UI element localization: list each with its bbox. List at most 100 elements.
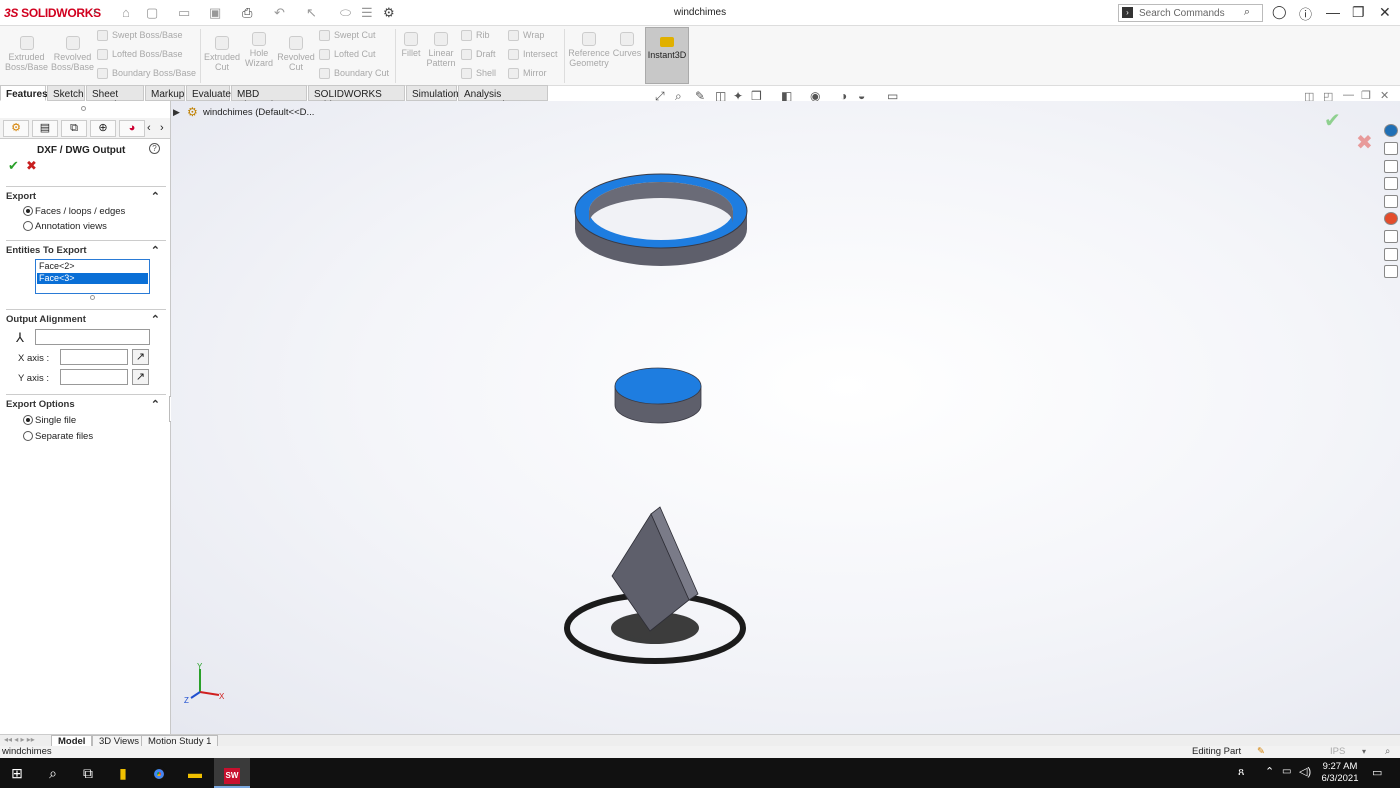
help-icon[interactable]: ⓘ: [1299, 4, 1312, 23]
export-section-header[interactable]: ⌃ Export: [6, 190, 166, 203]
annotation-views-radio[interactable]: [23, 221, 33, 231]
lofted-cut-button[interactable]: Lofted Cut: [319, 49, 376, 61]
collaboration-icon[interactable]: [1384, 265, 1398, 278]
tab-nav-arrows-icon[interactable]: ◂◂ ◂ ▸ ▸▸: [4, 735, 35, 744]
extruded-boss-button[interactable]: Extruded Boss/Base: [4, 36, 49, 72]
disc-body[interactable]: [614, 367, 702, 424]
ring-body[interactable]: [574, 173, 748, 266]
collapse-chevron-icon[interactable]: ⌃: [151, 244, 160, 257]
y-axis-field[interactable]: [60, 369, 128, 385]
tab-mbd-dimensions[interactable]: MBD Dimensions: [231, 85, 307, 111]
draft-button[interactable]: Draft: [461, 49, 496, 61]
property-manager-tab-icon[interactable]: ▤: [32, 120, 58, 137]
search-commands-input[interactable]: › Search Commands ⌕: [1118, 4, 1263, 22]
list-item[interactable]: Face<2>: [37, 261, 148, 272]
panel-splitter-handle[interactable]: [81, 106, 86, 111]
task-view-icon[interactable]: ⧉: [71, 758, 105, 788]
boundary-boss-button[interactable]: Boundary Boss/Base: [97, 68, 196, 80]
collapse-chevron-icon[interactable]: ⌃: [151, 398, 160, 411]
tab-features[interactable]: Features: [0, 85, 48, 101]
swept-cut-button[interactable]: Swept Cut: [319, 30, 376, 42]
dimxpert-tab-icon[interactable]: ⊕: [90, 120, 116, 137]
solidworks-resources-icon[interactable]: [1384, 124, 1398, 137]
model-geometry[interactable]: [171, 101, 1400, 734]
separate-files-radio[interactable]: [23, 431, 33, 441]
boundary-cut-button[interactable]: Boundary Cut: [319, 68, 389, 80]
hole-wizard-button[interactable]: Hole Wizard: [243, 32, 275, 68]
linear-pattern-button[interactable]: Linear Pattern: [426, 32, 456, 68]
curves-button[interactable]: Curves: [612, 32, 642, 58]
windows-start-icon[interactable]: ⊞: [0, 758, 34, 788]
help-question-icon[interactable]: ?: [149, 143, 160, 154]
taskbar-file-icon[interactable]: ▮: [106, 758, 140, 788]
reference-geometry-button[interactable]: Reference Geometry: [568, 32, 610, 68]
feature-manager-tab-icon[interactable]: ⚙: [3, 120, 29, 137]
unit-system[interactable]: IPS: [1330, 746, 1345, 758]
mirror-button[interactable]: Mirror: [508, 68, 547, 80]
origin-selection-field[interactable]: [35, 329, 150, 345]
notifications-icon[interactable]: ▭: [1372, 766, 1382, 779]
revolved-boss-button[interactable]: Revolved Boss/Base: [50, 36, 95, 72]
fillet-button[interactable]: Fillet: [398, 32, 424, 58]
rib-button[interactable]: Rib: [461, 30, 490, 42]
ok-check-icon[interactable]: ✔: [8, 158, 19, 174]
file-explorer-icon[interactable]: [1384, 177, 1398, 190]
reverse-x-direction-icon[interactable]: ↗: [132, 349, 149, 365]
tab-markup[interactable]: Markup: [145, 85, 185, 101]
collapse-chevron-icon[interactable]: ⌃: [151, 313, 160, 326]
wrap-button[interactable]: Wrap: [508, 30, 544, 42]
revolved-cut-button[interactable]: Revolved Cut: [277, 36, 315, 72]
x-axis-field[interactable]: [60, 349, 128, 365]
taskbar-clock[interactable]: 9:27 AM 6/3/2021: [1310, 761, 1370, 785]
display-manager-tab-icon[interactable]: ◕: [119, 120, 145, 137]
configuration-manager-tab-icon[interactable]: ⧉: [61, 120, 87, 137]
status-feedback-icon[interactable]: ⌕: [1385, 746, 1390, 758]
network-icon[interactable]: ▭: [1282, 766, 1291, 777]
minimize-window-icon[interactable]: —: [1326, 4, 1340, 20]
tab-scroll-left-icon[interactable]: ‹: [147, 122, 151, 134]
restore-window-icon[interactable]: ❐: [1352, 4, 1365, 21]
file-explorer-taskbar-icon[interactable]: ▬: [178, 758, 212, 788]
tab-sketch[interactable]: Sketch: [47, 85, 85, 101]
people-icon[interactable]: ጸ: [1238, 766, 1244, 779]
doc-minimize-icon[interactable]: —: [1343, 89, 1354, 101]
faces-loops-edges-radio[interactable]: [23, 206, 33, 216]
account-icon[interactable]: ◯: [1272, 4, 1287, 20]
export-options-header[interactable]: ⌃ Export Options: [6, 398, 166, 411]
tab-simulation[interactable]: Simulation: [406, 85, 459, 101]
search-icon[interactable]: ⌕: [1244, 6, 1250, 19]
confirm-check-icon[interactable]: ✔: [1324, 108, 1341, 133]
tab-analysis-preparation[interactable]: Analysis Preparation: [458, 85, 548, 111]
design-library-icon[interactable]: [1384, 160, 1398, 173]
diamond-plate-body[interactable]: [611, 506, 699, 632]
home-task-icon[interactable]: [1384, 142, 1398, 155]
lofted-boss-button[interactable]: Lofted Boss/Base: [97, 49, 183, 61]
intersect-button[interactable]: Intersect: [508, 49, 558, 61]
close-window-icon[interactable]: ✕: [1379, 4, 1391, 21]
cancel-x-icon[interactable]: ✖: [26, 158, 37, 174]
instant3d-button[interactable]: Instant3D: [645, 27, 689, 84]
listbox-resize-handle[interactable]: [90, 295, 95, 300]
tab-scroll-right-icon[interactable]: ›: [160, 122, 164, 134]
taskbar-search-icon[interactable]: ⌕: [36, 758, 70, 788]
solidworks-taskbar-icon[interactable]: SW: [214, 758, 250, 788]
reverse-y-direction-icon[interactable]: ↗: [132, 369, 149, 385]
solidworks-forum-icon[interactable]: [1384, 248, 1398, 261]
single-file-radio[interactable]: [23, 415, 33, 425]
units-dropdown-icon[interactable]: ▾: [1362, 746, 1366, 758]
tray-expand-icon[interactable]: ⌃: [1265, 765, 1274, 778]
tab-solidworks-addins[interactable]: SOLIDWORKS Add-Ins: [308, 85, 405, 111]
shell-button[interactable]: Shell: [461, 68, 496, 80]
tab-evaluate[interactable]: Evaluate: [186, 85, 231, 101]
output-alignment-header[interactable]: ⌃ Output Alignment: [6, 313, 166, 326]
rebuild-status-icon[interactable]: ✎: [1257, 746, 1265, 758]
confirm-cancel-icon[interactable]: ✖: [1356, 130, 1373, 155]
view-palette-icon[interactable]: [1384, 195, 1398, 208]
extruded-cut-button[interactable]: Extruded Cut: [203, 36, 241, 72]
collapse-chevron-icon[interactable]: ⌃: [151, 190, 160, 203]
entities-section-header[interactable]: ⌃ Entities To Export: [6, 244, 166, 257]
list-item-selected[interactable]: Face<3>: [37, 273, 148, 284]
entities-listbox[interactable]: Face<2> Face<3>: [35, 259, 150, 294]
appearances-icon[interactable]: [1384, 212, 1398, 225]
custom-properties-icon[interactable]: [1384, 230, 1398, 243]
